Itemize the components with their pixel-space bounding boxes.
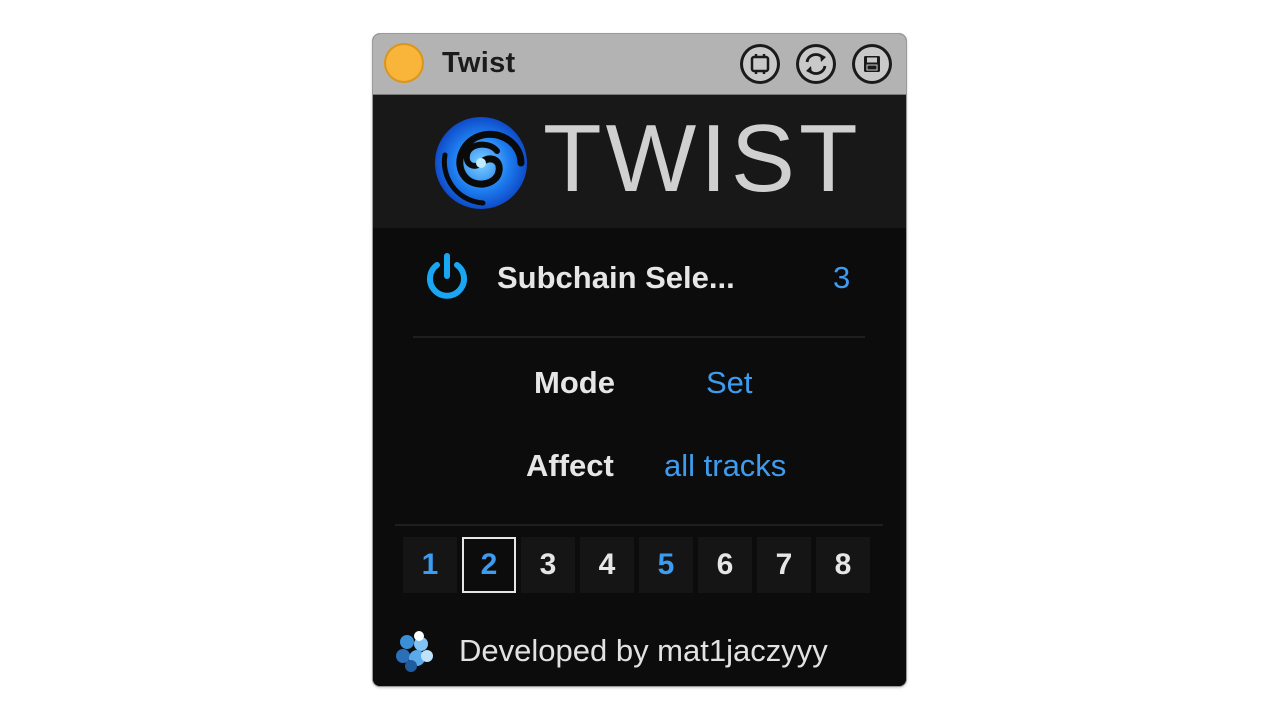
device-activator-button[interactable] xyxy=(384,43,424,83)
divider xyxy=(413,336,865,338)
power-icon xyxy=(427,253,467,299)
save-preset-button[interactable] xyxy=(852,44,892,84)
chain-slot[interactable]: 6 xyxy=(698,537,752,593)
developer-logo-icon xyxy=(396,631,433,672)
developer-credit: Developed by mat1jaczyyy xyxy=(459,633,828,668)
subchain-label: Subchain Sele... xyxy=(497,260,735,295)
chain-slot[interactable]: 8 xyxy=(816,537,870,593)
swirl-logo-icon xyxy=(435,117,527,209)
footer: Developed by mat1jaczyyy xyxy=(373,614,906,686)
logo-wordmark: TWIST xyxy=(543,105,862,212)
chain-selector: 1 2 3 4 5 6 7 8 xyxy=(403,537,875,595)
device-title: Twist xyxy=(442,47,516,79)
map-icon xyxy=(750,54,770,74)
chain-slot[interactable]: 5 xyxy=(639,537,693,593)
hot-swap-icon xyxy=(805,53,827,75)
mode-label: Mode xyxy=(534,365,615,400)
chain-slot[interactable]: 3 xyxy=(521,537,575,593)
mode-value[interactable]: Set xyxy=(706,365,753,401)
subchain-value[interactable]: 3 xyxy=(833,260,850,296)
chain-slot[interactable]: 7 xyxy=(757,537,811,593)
hot-swap-button[interactable] xyxy=(796,44,836,84)
chain-slot[interactable]: 1 xyxy=(403,537,457,593)
chain-slot[interactable]: 4 xyxy=(580,537,634,593)
divider xyxy=(395,524,883,526)
max-device-twist: Twist TWIST Subchain Sele... 3 Mode Set … xyxy=(373,34,906,686)
subchain-power-toggle[interactable] xyxy=(419,249,475,305)
affect-value[interactable]: all tracks xyxy=(664,448,786,484)
chain-slot[interactable]: 2 xyxy=(462,537,516,593)
map-button[interactable] xyxy=(740,44,780,84)
save-preset-icon xyxy=(864,56,880,72)
logo-banner: TWIST xyxy=(373,95,906,228)
device-titlebar[interactable]: Twist xyxy=(373,34,906,95)
affect-label: Affect xyxy=(526,448,614,483)
